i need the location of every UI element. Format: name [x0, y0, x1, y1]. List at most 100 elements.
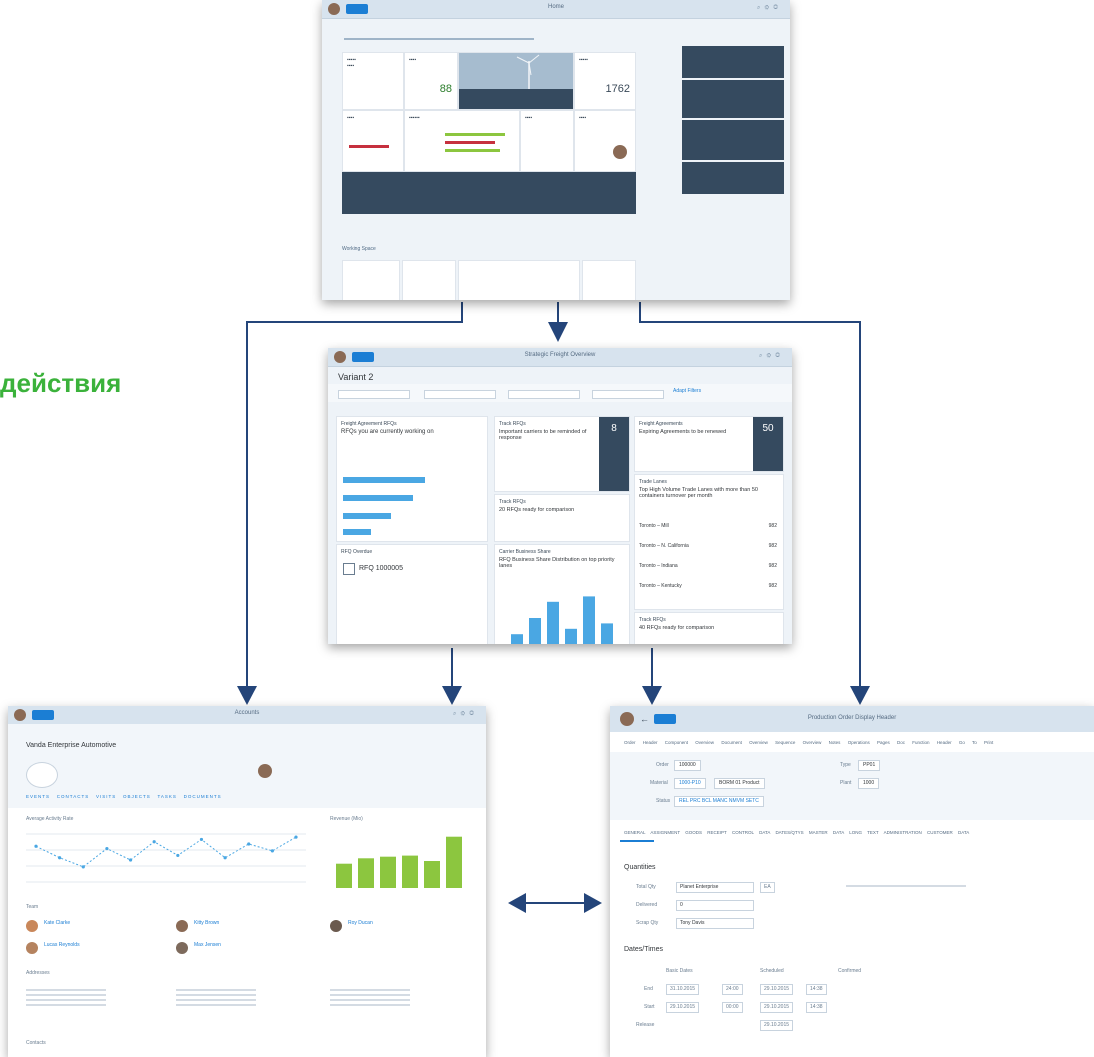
- tab[interactable]: EVENTS: [26, 794, 50, 799]
- tab[interactable]: DATES/QTYS: [775, 830, 803, 835]
- column-header: Basic Dates: [666, 968, 693, 974]
- tile[interactable]: ▪▪▪▪: [574, 110, 636, 172]
- date-field[interactable]: 31.10.2015: [666, 984, 700, 995]
- unit-field[interactable]: EA: [760, 882, 775, 893]
- material-field[interactable]: 1000-P10: [674, 778, 706, 789]
- time-field[interactable]: 14:38: [806, 984, 827, 995]
- menu-item[interactable]: Pages: [877, 740, 890, 745]
- card-track-rfqs[interactable]: Track RFQs Important carriers to be remi…: [494, 416, 630, 492]
- menu-item[interactable]: Order Header: [624, 740, 658, 745]
- arrowhead-account-left: [237, 686, 257, 705]
- status-field[interactable]: REL PRC BCL MANC NMVM SETC: [674, 796, 764, 807]
- menu-item[interactable]: Go To: [959, 740, 977, 745]
- tab[interactable]: VISITS: [96, 794, 116, 799]
- card-business-share[interactable]: Carrier Business Share RFQ Business Shar…: [494, 544, 630, 644]
- news-tile[interactable]: [458, 52, 574, 110]
- tile[interactable]: ▪▪▪▪▪▪: [404, 110, 520, 172]
- lane-row[interactable]: Toronto – Mill: [639, 523, 669, 530]
- menu-item[interactable]: Component Overview: [665, 740, 714, 745]
- card-agreements[interactable]: Freight Agreement RFQs RFQs you are curr…: [336, 416, 488, 542]
- section-title: Contacts: [26, 1040, 46, 1046]
- tile[interactable]: ▪▪▪▪ 88: [404, 52, 458, 110]
- contact-name[interactable]: Lucas Reynolds: [44, 942, 80, 949]
- adapt-filters-link[interactable]: Adapt Filters: [673, 388, 701, 395]
- card-ready[interactable]: Track RFQs 20 RFQs ready for comparison: [494, 494, 630, 542]
- notification[interactable]: [682, 80, 784, 118]
- filter-input[interactable]: [592, 390, 664, 399]
- menu-item[interactable]: Sequence Overview: [775, 740, 821, 745]
- notification[interactable]: [682, 162, 784, 194]
- company-logo: [26, 762, 58, 788]
- order-field[interactable]: 100000: [674, 760, 701, 771]
- filter-input[interactable]: [424, 390, 496, 399]
- tab[interactable]: CUSTOMER DATA: [927, 830, 969, 835]
- menu-item[interactable]: Header: [937, 740, 952, 745]
- card-rfq-status[interactable]: RFQ Overdue RFQ 1000005: [336, 544, 488, 644]
- tab[interactable]: CONTACTS: [57, 794, 89, 799]
- active-tab-indicator: [620, 840, 654, 842]
- shell-bar: Strategic Freight Overview ⌕⚙◎: [328, 348, 792, 367]
- arrowhead-overview: [548, 322, 568, 342]
- tab[interactable]: CONTROL DATA: [732, 830, 770, 835]
- field-label: Order: [656, 762, 669, 768]
- notification[interactable]: [682, 46, 784, 78]
- tab-strip: [344, 38, 534, 40]
- tab[interactable]: MASTER DATA: [809, 830, 844, 835]
- time-field[interactable]: 14:38: [806, 1002, 827, 1013]
- card-trade-lanes[interactable]: Trade Lanes Top High Volume Trade Lanes …: [634, 474, 784, 610]
- date-field[interactable]: 29.10.2015: [760, 1002, 794, 1013]
- menu-item[interactable]: Notes: [829, 740, 841, 745]
- date-field[interactable]: 29.10.2015: [760, 1020, 794, 1031]
- time-field[interactable]: 00:00: [722, 1002, 743, 1013]
- notification[interactable]: [682, 120, 784, 160]
- tab[interactable]: GENERAL: [624, 830, 645, 835]
- contact-name[interactable]: Max Jensen: [194, 942, 221, 949]
- time-field[interactable]: 24:00: [722, 984, 743, 995]
- menu-item[interactable]: Print: [984, 740, 993, 745]
- tab[interactable]: GOODS RECEIPT: [685, 830, 726, 835]
- tile[interactable]: ▪▪▪▪▪ ▪▪▪▪: [342, 52, 404, 110]
- kpi-panel: 50: [753, 417, 783, 471]
- filter-input[interactable]: [338, 390, 410, 399]
- card-title: Track RFQs: [639, 617, 666, 623]
- date-field[interactable]: 29.10.2015: [760, 984, 794, 995]
- menu-item[interactable]: Document Overview: [721, 740, 768, 745]
- menu-item[interactable]: Doc: [897, 740, 905, 745]
- lane-row[interactable]: Toronto – N. California: [639, 543, 689, 550]
- tile[interactable]: ▪▪▪▪▪ 1762: [574, 52, 636, 110]
- bar: [511, 634, 523, 644]
- bar: [358, 858, 374, 888]
- tab[interactable]: TASKS: [157, 794, 176, 799]
- menu-bar: Order Header Component Overview Document…: [624, 740, 993, 745]
- qty-field[interactable]: Tony Davis: [676, 918, 754, 929]
- menu-item[interactable]: Operations: [848, 740, 870, 745]
- filter-input[interactable]: [508, 390, 580, 399]
- tile[interactable]: [458, 260, 580, 300]
- plant-field[interactable]: 1000: [858, 778, 880, 789]
- tab[interactable]: OBJECTS: [123, 794, 151, 799]
- lane-row[interactable]: Toronto – Kentucky: [639, 583, 682, 590]
- links-tile[interactable]: [342, 172, 636, 214]
- menu-item[interactable]: Function: [912, 740, 929, 745]
- variant-title[interactable]: Variant 2: [338, 372, 373, 382]
- qty-field[interactable]: Planet Enterprise: [676, 882, 754, 893]
- tab[interactable]: LONG TEXT: [849, 830, 878, 835]
- qty-field[interactable]: 0: [676, 900, 754, 911]
- card-expiring[interactable]: Freight Agreements Expiring Agreements t…: [634, 416, 784, 472]
- tile[interactable]: ▪▪▪▪: [342, 110, 404, 172]
- tile[interactable]: [342, 260, 400, 300]
- tile[interactable]: ▪▪▪▪: [520, 110, 574, 172]
- tile[interactable]: [582, 260, 636, 300]
- lane-row[interactable]: Toronto – Indiana: [639, 563, 678, 570]
- tile[interactable]: [402, 260, 456, 300]
- contact-name[interactable]: Kate Clarke: [44, 920, 70, 927]
- contact-name[interactable]: Kitty Brown: [194, 920, 219, 927]
- tab[interactable]: DOCUMENTS: [184, 794, 222, 799]
- tab[interactable]: ASSIGNMENT: [650, 830, 680, 835]
- card-ready-2[interactable]: Track RFQs 40 RFQs ready for comparison: [634, 612, 784, 644]
- type-field[interactable]: PP01: [858, 760, 881, 771]
- date-field[interactable]: 29.10.2015: [666, 1002, 700, 1013]
- tab[interactable]: ADMINISTRATION: [884, 830, 922, 835]
- contact-name[interactable]: Roy Ducan: [348, 920, 373, 927]
- tab-bar: GENERAL ASSIGNMENT GOODS RECEIPT CONTROL…: [624, 830, 969, 835]
